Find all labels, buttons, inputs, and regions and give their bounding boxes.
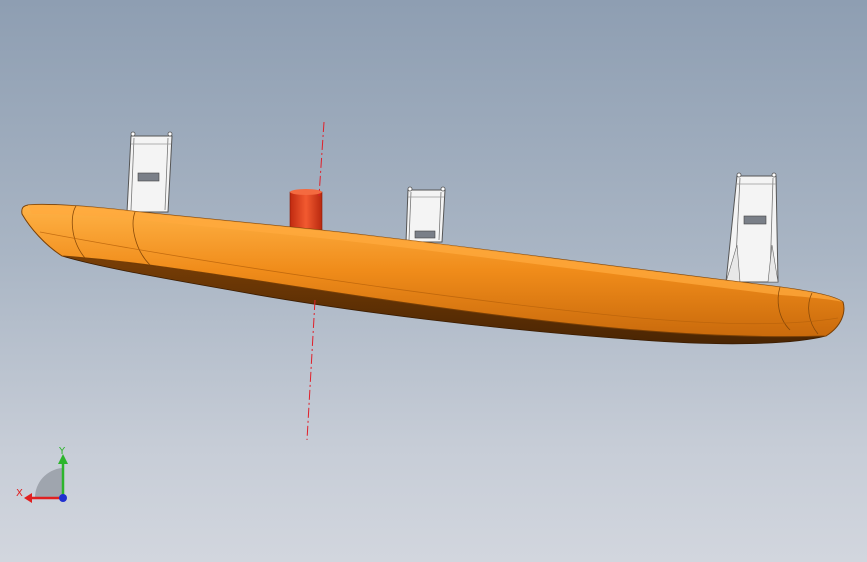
graphics-viewport[interactable]: Y X: [0, 0, 867, 562]
view-triad[interactable]: Y X: [0, 430, 90, 520]
triad-plane-shade: [34, 468, 62, 498]
mounting-clip-left[interactable]: [126, 131, 173, 213]
y-axis-label: Y: [58, 446, 66, 457]
x-axis-arrow: [24, 493, 32, 503]
mounting-clip-middle[interactable]: [405, 186, 446, 243]
cylindrical-boss[interactable]: [289, 189, 323, 231]
3d-model-view[interactable]: [0, 0, 867, 562]
mounting-clip-right[interactable]: [725, 172, 779, 283]
z-axis-dot: [59, 494, 67, 502]
x-axis-label: X: [16, 488, 23, 499]
